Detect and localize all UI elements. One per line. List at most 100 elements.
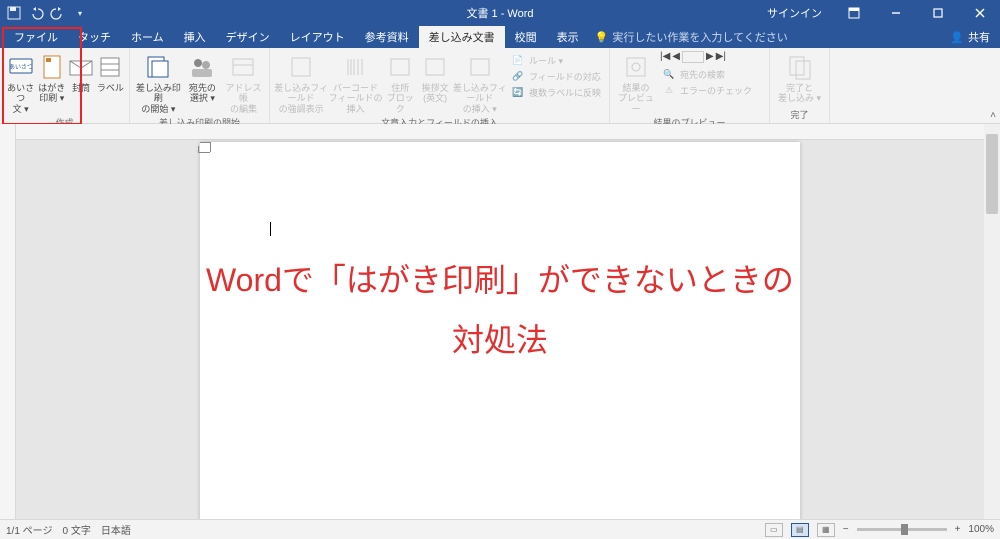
label-button[interactable]: ラベル [96,51,125,116]
record-number-field[interactable] [682,51,704,63]
margin-marker [200,152,210,162]
finish-icon [786,53,814,81]
update-labels-button[interactable]: 🔄複数ラベルに反映 [511,85,601,99]
word-count[interactable]: 0 文字 [62,522,90,537]
collapse-ribbon-icon[interactable]: ˄ [990,110,996,121]
group-label: 完了 [770,108,829,123]
view-print-button[interactable]: ▤ [791,523,809,537]
greeting-button[interactable]: あいさつ あいさつ 文 ▾ [4,51,37,116]
preview-icon [622,53,650,81]
language[interactable]: 日本語 [101,522,131,537]
highlight-fields-button[interactable]: 差し込みフィールド の強調表示 [274,51,328,116]
status-bar: 1/1 ページ 0 文字 日本語 ▭ ▤ ▦ − + 100% [0,519,1000,539]
field-options: 📄ルール ▾ 🔗フィールドの対応 🔄複数ラベルに反映 [507,51,605,116]
margin-marker [200,142,210,152]
match-fields-button[interactable]: 🔗フィールドの対応 [511,69,601,83]
ribbon-tabs: ファイル タッチ ホーム 挿入 デザイン レイアウト 参考資料 差し込み文書 校… [0,26,1000,48]
scrollbar-thumb[interactable] [986,134,998,214]
mailmerge-icon [144,53,172,81]
record-nav[interactable]: |◀ ◀ ▶ ▶| [658,51,756,63]
view-web-button[interactable]: ▦ [817,523,835,537]
address-block-button[interactable]: 住所 ブロック [383,51,418,116]
btn-label: 結果の プレビュー [614,83,658,114]
btn-label: アドレス帳 の編集 [222,83,265,114]
save-icon[interactable] [6,5,22,21]
tab-insert[interactable]: 挿入 [174,26,216,48]
minimize-button[interactable] [876,0,916,26]
tab-home[interactable]: ホーム [121,26,174,48]
lightbulb-icon: 💡 [595,31,609,44]
view-read-button[interactable]: ▭ [765,523,783,537]
start-mailmerge-button[interactable]: 差し込み印刷 の開始 ▾ [134,51,183,116]
barcode-button[interactable]: バーコード フィールドの挿入 [328,51,382,116]
edit-recipients-button[interactable]: アドレス帳 の編集 [222,51,265,116]
btn-label: 宛先の 選択 ▾ [189,83,216,104]
highlight-icon [287,53,315,81]
greeting-icon: あいさつ [7,53,35,81]
group-preview: 結果の プレビュー |◀ ◀ ▶ ▶| 🔍宛先の検索 ⚠エラーのチェック 結果の… [610,48,770,123]
greeting-line-icon [421,53,449,81]
tab-review[interactable]: 校閲 [505,26,547,48]
share-icon: 👤 [950,31,964,44]
check-errors-button[interactable]: ⚠エラーのチェック [662,83,752,97]
btn-label: 完了と 差し込み ▾ [778,83,821,104]
group-create: あいさつ あいさつ 文 ▾ はがき 印刷 ▾ 封筒 ラベル 作成 [0,48,130,123]
zoom-slider-thumb[interactable] [901,524,908,535]
group-fields: 差し込みフィールド の強調表示 バーコード フィールドの挿入 住所 ブロック 挨… [270,48,610,123]
select-recipients-button[interactable]: 宛先の 選択 ▾ [183,51,222,116]
maximize-button[interactable] [918,0,958,26]
insert-field-button[interactable]: 差し込みフィールド の挿入 ▾ [453,51,507,116]
tab-mailings[interactable]: 差し込み文書 [419,26,505,48]
last-record-icon[interactable]: ▶| [716,51,726,63]
first-record-icon[interactable]: |◀ [660,51,670,63]
btn-label: 差し込みフィールド の強調表示 [274,83,328,114]
envelope-button[interactable]: 封筒 [66,51,95,116]
finish-merge-button[interactable]: 完了と 差し込み ▾ [774,51,825,106]
btn-label: ラベル [97,83,124,93]
btn-label: 封筒 [72,83,90,93]
document-area [0,124,1000,519]
zoom-slider[interactable] [857,528,947,531]
vertical-scrollbar[interactable] [984,124,1000,519]
match-icon: 🔗 [511,69,525,83]
vertical-ruler[interactable] [0,124,16,519]
signin-link[interactable]: サインイン [767,5,822,21]
find-recipient-button[interactable]: 🔍宛先の検索 [662,67,752,81]
tell-me-placeholder: 実行したい作業を入力してください [612,29,787,45]
tab-layout[interactable]: レイアウト [280,26,355,48]
preview-results-button[interactable]: 結果の プレビュー [614,51,658,116]
zoom-in-button[interactable]: + [955,524,961,535]
zoom-value[interactable]: 100% [968,524,994,535]
tab-view[interactable]: 表示 [547,26,589,48]
barcode-icon [342,53,370,81]
undo-icon[interactable] [28,5,44,21]
hagaki-button[interactable]: はがき 印刷 ▾ [37,51,66,116]
greeting-line-button[interactable]: 挨拶文 (英文) [418,51,453,116]
redo-icon[interactable] [50,5,66,21]
btn-label: バーコード フィールドの挿入 [328,83,382,114]
prev-record-icon[interactable]: ◀ [672,51,680,63]
group-start: 差し込み印刷 の開始 ▾ 宛先の 選択 ▾ アドレス帳 の編集 差し込み印刷の開… [130,48,270,123]
tab-touch[interactable]: タッチ [68,26,121,48]
horizontal-ruler[interactable] [16,124,984,140]
tab-file[interactable]: ファイル [4,26,68,48]
svg-text:あいさつ: あいさつ [9,64,33,71]
rules-button[interactable]: 📄ルール ▾ [511,53,601,67]
title-bar: ▾ 文書 1 - Word サインイン [0,0,1000,26]
group-finish: 完了と 差し込み ▾ 完了 [770,48,830,123]
next-record-icon[interactable]: ▶ [706,51,714,63]
tab-design[interactable]: デザイン [216,26,280,48]
hagaki-icon [38,53,66,81]
ribbon-options-icon[interactable] [834,0,874,26]
btn-label: 差し込みフィールド の挿入 ▾ [453,83,507,114]
document-page[interactable] [200,142,800,519]
zoom-out-button[interactable]: − [843,524,849,535]
errors-icon: ⚠ [662,83,676,97]
tab-references[interactable]: 参考資料 [355,26,419,48]
edit-list-icon [229,53,257,81]
close-button[interactable] [960,0,1000,26]
qat-customize-icon[interactable]: ▾ [72,5,88,21]
tell-me-search[interactable]: 💡 実行したい作業を入力してください [595,29,788,45]
share-button[interactable]: 共有 [968,29,990,45]
page-count[interactable]: 1/1 ページ [6,522,52,537]
